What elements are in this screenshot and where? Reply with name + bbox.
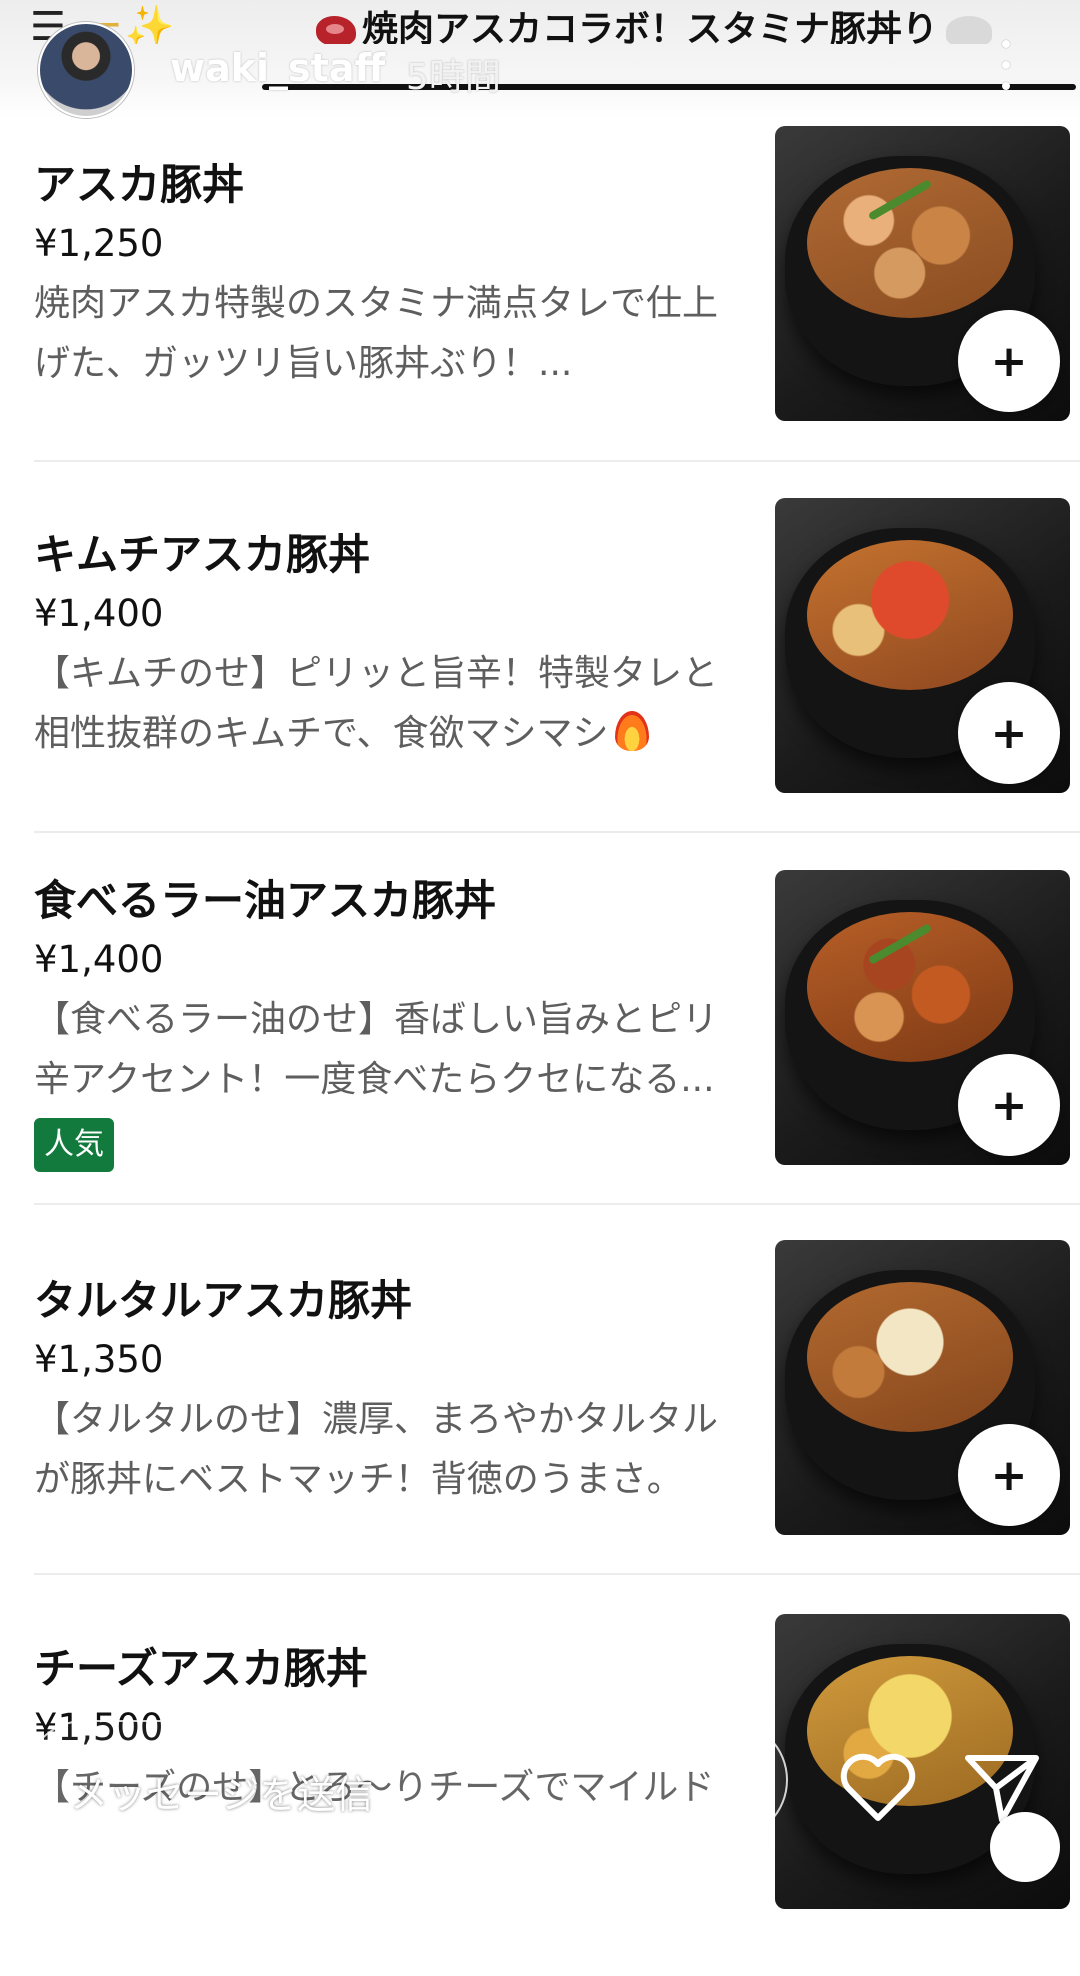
fire-icon bbox=[614, 711, 649, 751]
cut-off-title-main: 焼肉アスカコラボ！スタミナ豚丼り bbox=[316, 0, 993, 44]
menu-item-info: アスカ豚丼 ¥1,250 焼肉アスカ特製のスタミナ満点タレで仕上 げた、ガッツリ… bbox=[34, 156, 754, 394]
add-to-cart-button[interactable]: + bbox=[958, 1424, 1060, 1526]
dot bbox=[1002, 40, 1010, 48]
dot bbox=[1002, 61, 1010, 69]
description-line: 焼肉アスカ特製のスタミナ満点タレで仕上 bbox=[34, 283, 719, 324]
menu-item-description: 【食べるラー油のせ】香ばしい旨みとピリ 辛アクセント！一度食べたらクセになる..… bbox=[34, 990, 754, 1110]
description-line: が豚丼にベストマッチ！背徳のうまさ。 bbox=[34, 1459, 683, 1500]
divider bbox=[34, 831, 1080, 833]
plus-icon: + bbox=[990, 707, 1028, 759]
menu-item[interactable]: キムチアスカ豚丼 ¥1,400 【キムチのせ】ピリッと旨辛！特製タレと 相性抜群… bbox=[0, 490, 1080, 862]
heart-icon[interactable] bbox=[838, 1750, 918, 1822]
menu-item[interactable]: 食べるラー油アスカ豚丼 ¥1,400 【食べるラー油のせ】香ばしい旨みとピリ 辛… bbox=[0, 860, 1080, 1232]
menu-item-name: チーズアスカ豚丼 bbox=[34, 1644, 368, 1693]
menu-item-description: 【キムチのせ】ピリッと旨辛！特製タレと 相性抜群のキムチで、食欲マシマシ bbox=[34, 644, 754, 764]
description-line-with-emoji: 相性抜群のキムチで、食欲マシマシ bbox=[34, 704, 754, 764]
story-timestamp: 5時間 bbox=[406, 57, 501, 98]
menu-item-price: ¥1,250 bbox=[34, 222, 164, 265]
menu-item-info: 食べるラー油アスカ豚丼 ¥1,400 【食べるラー油のせ】香ばしい旨みとピリ 辛… bbox=[34, 872, 754, 1172]
popular-badge: 人気 bbox=[34, 1118, 114, 1172]
story-header: ☰ ー✨ 焼肉アスカコラボ！スタミナ豚丼り waki_staff 5時間 bbox=[0, 0, 1080, 118]
description-line: げた、ガッツリ旨い豚丼ぶり！... bbox=[34, 343, 573, 384]
menu-item[interactable]: タルタルアスカ豚丼 ¥1,350 【タルタルのせ】濃厚、まろやかタルタル が豚丼… bbox=[0, 1232, 1080, 1604]
plus-icon: + bbox=[990, 1079, 1028, 1131]
add-to-cart-button[interactable]: + bbox=[958, 1054, 1060, 1156]
description-line: 【食べるラー油のせ】香ばしい旨みとピリ bbox=[34, 999, 719, 1040]
menu-item-info: タルタルアスカ豚丼 ¥1,350 【タルタルのせ】濃厚、まろやかタルタル が豚丼… bbox=[34, 1272, 754, 1510]
title-text: 焼肉アスカコラボ！スタミナ豚丼り bbox=[362, 9, 939, 44]
menu-item-name: アスカ豚丼 bbox=[34, 160, 245, 209]
menu-item[interactable]: アスカ豚丼 ¥1,250 焼肉アスカ特製のスタミナ満点タレで仕上 げた、ガッツリ… bbox=[0, 118, 1080, 490]
avatar[interactable] bbox=[38, 22, 134, 118]
kimchi-topping bbox=[807, 540, 1013, 690]
story-username[interactable]: waki_staff bbox=[170, 46, 385, 90]
plus-icon: + bbox=[990, 335, 1028, 387]
cut-off-page-title: ☰ ー✨ 焼肉アスカコラボ！スタミナ豚丼り bbox=[0, 0, 1080, 44]
menu-item-description: 焼肉アスカ特製のスタミナ満点タレで仕上 げた、ガッツリ旨い豚丼ぶり！... bbox=[34, 274, 754, 394]
cut-off-circle-button bbox=[990, 1812, 1060, 1882]
message-input[interactable] bbox=[24, 1720, 788, 1840]
story-footer bbox=[0, 1700, 1080, 1882]
menu-item-info: キムチアスカ豚丼 ¥1,400 【キムチのせ】ピリッと旨辛！特製タレと 相性抜群… bbox=[34, 526, 754, 764]
divider bbox=[34, 1573, 1080, 1575]
description-line: 【キムチのせ】ピリッと旨辛！特製タレと bbox=[34, 653, 719, 694]
add-to-cart-button[interactable]: + bbox=[958, 682, 1060, 784]
meat-icon bbox=[316, 16, 356, 44]
more-options-icon[interactable] bbox=[996, 40, 1016, 90]
menu-item-price: ¥1,350 bbox=[34, 1338, 164, 1381]
divider bbox=[34, 460, 1080, 462]
tartar-topping bbox=[807, 1282, 1013, 1432]
description-line: 【タルタルのせ】濃厚、まろやかタルタル bbox=[34, 1399, 719, 1440]
menu-item-price: ¥1,400 bbox=[34, 592, 164, 635]
rice-bowl-icon bbox=[946, 16, 993, 44]
menu-item-name: タルタルアスカ豚丼 bbox=[34, 1276, 413, 1325]
menu-item-description: 【タルタルのせ】濃厚、まろやかタルタル が豚丼にベストマッチ！背徳のうまさ。 bbox=[34, 1390, 754, 1510]
menu-item-name: 食べるラー油アスカ豚丼 bbox=[34, 876, 497, 925]
add-to-cart-button[interactable]: + bbox=[958, 310, 1060, 412]
description-text: 相性抜群のキムチで、食欲マシマシ bbox=[34, 713, 609, 754]
description-line: 辛アクセント！一度食べたらクセになる... bbox=[34, 1059, 715, 1100]
menu-item-name: キムチアスカ豚丼 bbox=[34, 530, 371, 579]
plus-icon: + bbox=[990, 1449, 1028, 1501]
dot bbox=[1002, 82, 1010, 90]
divider bbox=[34, 1203, 1080, 1205]
menu-item-price: ¥1,400 bbox=[34, 938, 164, 981]
